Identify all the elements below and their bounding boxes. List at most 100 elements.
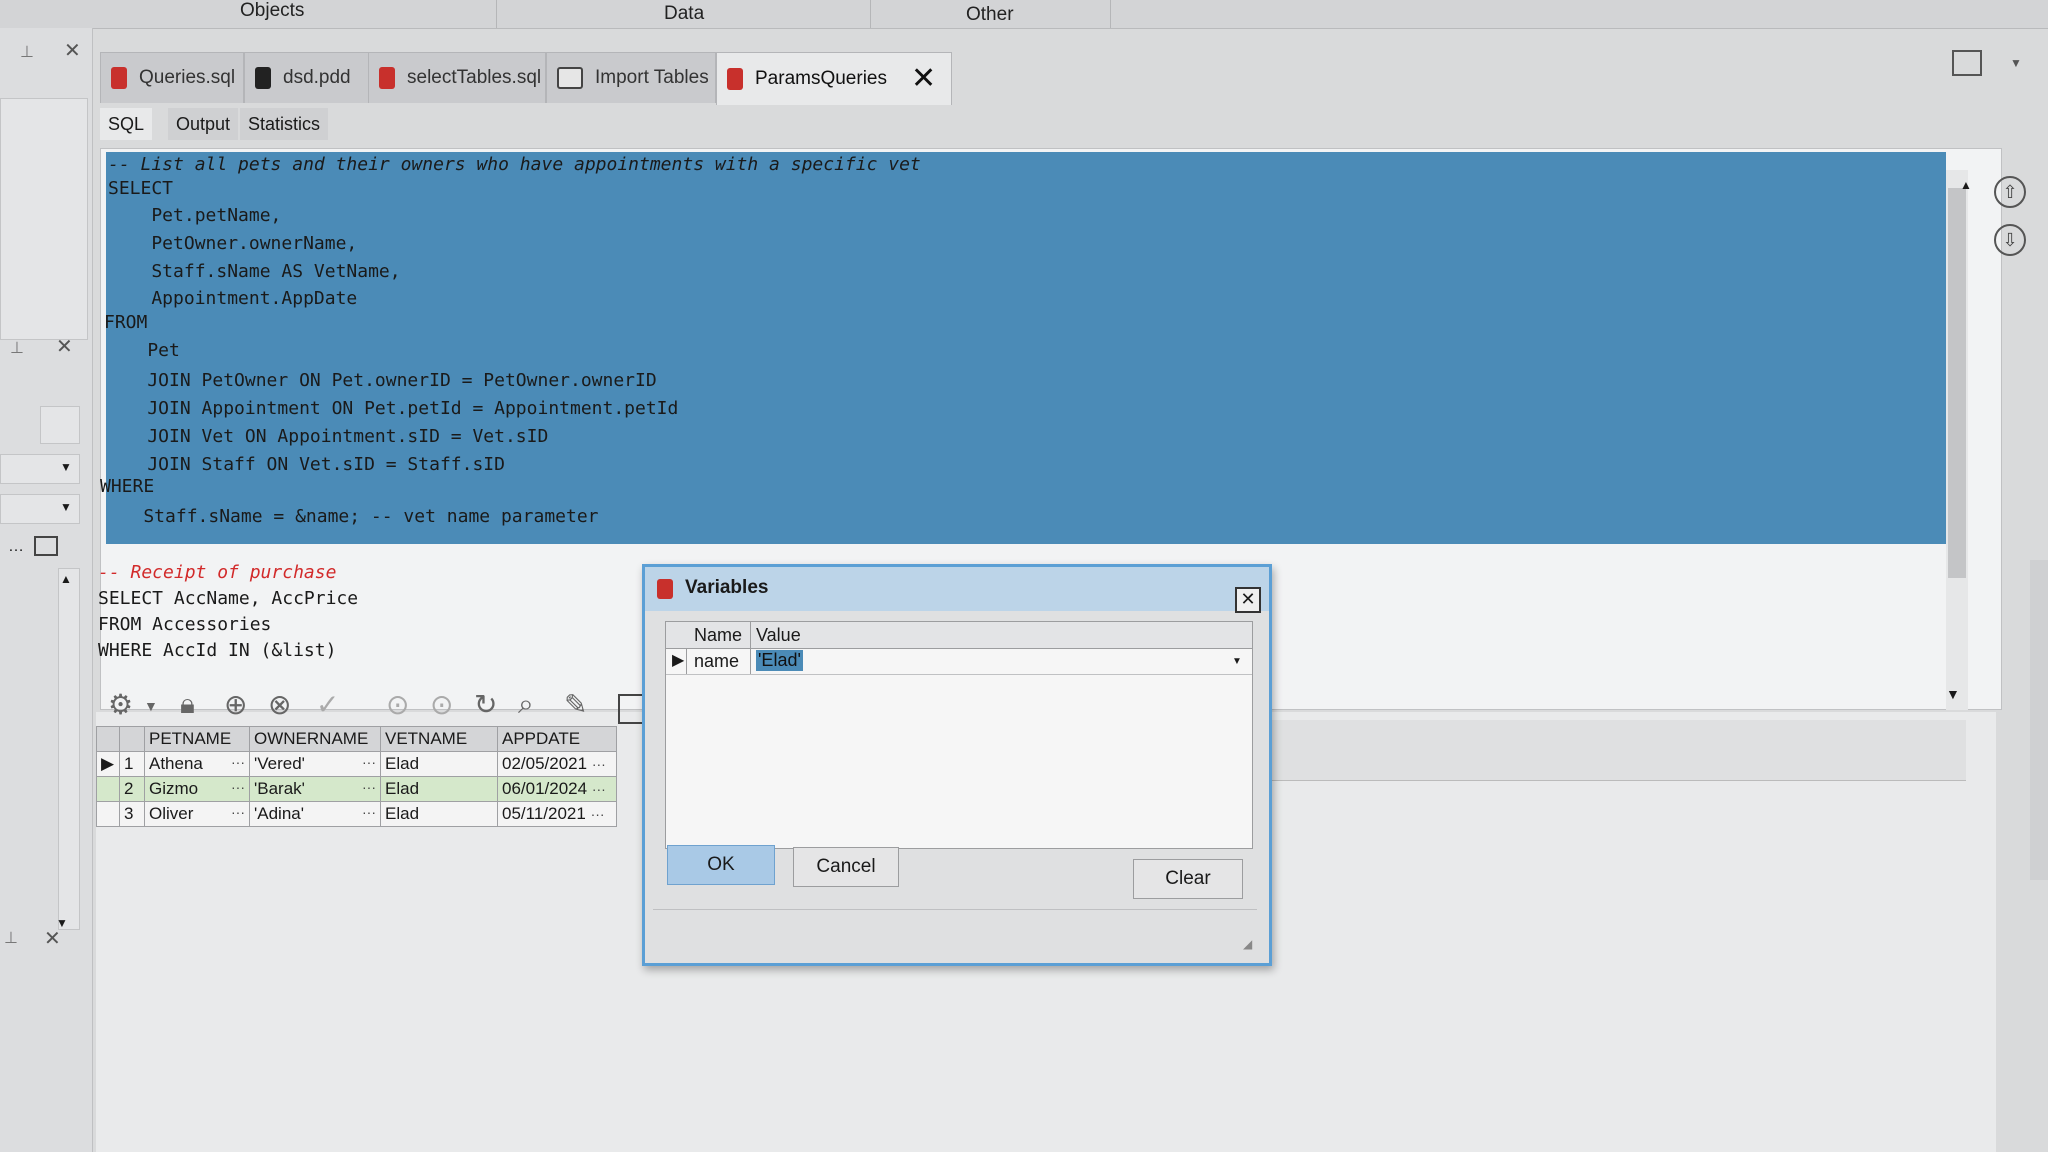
close-icon[interactable]: ✕ [64,38,81,63]
more-icon[interactable]: … [8,538,24,556]
menu-other[interactable]: Other [966,4,1014,26]
ellipsis-button[interactable]: ··· [592,781,606,797]
table-row[interactable]: 2 Gizmo ··· 'Barak' ··· Elad 06/01/2024 … [96,776,617,802]
button-label: Clear [1165,868,1211,889]
left-panel: ⊥ ✕ ⊥ ✕ ▼ ▼ … ▲ ▼ ⊥ ✕ [0,28,93,1152]
ellipsis-button[interactable]: ··· [231,754,245,770]
grid-cell[interactable]: Gizmo ··· [144,776,250,802]
add-icon[interactable]: ⊕ [224,688,247,721]
scrollbar-thumb[interactable] [1948,188,1966,578]
variable-value-input[interactable]: 'Elad' [756,650,803,671]
ellipsis-button[interactable]: ··· [362,754,376,770]
grid-cell[interactable]: 06/01/2024 ··· [497,776,617,802]
pin-icon[interactable]: ⊥ [10,338,24,358]
tab-sql[interactable]: SQL [100,108,153,140]
column-header[interactable]: OWNERNAME [249,726,381,752]
chevron-down-icon[interactable]: ▼ [1946,686,1960,702]
chevron-down-icon[interactable]: ▼ [60,460,72,474]
grid-cell[interactable]: 05/11/2021 ··· [497,801,617,827]
close-icon[interactable]: ✕ [1235,587,1261,613]
chevron-down-icon[interactable]: ▼ [60,500,72,514]
column-header[interactable]: VETNAME [380,726,498,752]
cell-value: 05/11/2021 [502,804,586,823]
ellipsis-button[interactable]: ··· [362,779,376,795]
results-grid: PETNAME OWNERNAME VETNAME APPDATE ▶ 1 At… [96,726,617,827]
code-line: Pet.petName, [108,205,282,226]
column-header[interactable]: PETNAME [144,726,250,752]
refresh-icon[interactable]: ↻ [474,688,497,721]
sql-file-icon [379,67,395,89]
grid-cell[interactable]: Elad [380,776,498,802]
pdd-file-icon [255,67,271,89]
grid-cell[interactable]: 'Vered' ··· [249,751,381,777]
column-header: Name [694,625,743,645]
find-icon[interactable]: ⌕ [518,688,534,721]
restore-window-icon[interactable] [1952,50,1982,76]
ellipsis-button[interactable]: ··· [591,806,605,822]
close-tab-icon[interactable]: ✕ [911,64,936,94]
lock-icon[interactable]: 🔒︎ [180,688,195,721]
navigate-up-icon[interactable]: ⇧ [1994,176,2026,208]
fetch-next-icon[interactable]: ⊙ [386,688,409,721]
tab-output[interactable]: Output [168,108,239,140]
code-line: FROM [104,312,148,333]
pin-icon[interactable]: ⊥ [4,928,18,948]
chevron-down-icon[interactable]: ▼ [1232,656,1242,667]
tab-label: ParamsQueries [755,68,887,89]
grid-cell[interactable]: Athena ··· [144,751,250,777]
menu-data[interactable]: Data [664,3,704,25]
clear-button[interactable]: Clear [1133,859,1243,899]
code-line: WHERE AccId IN (&list) [98,640,337,661]
grid-cell[interactable]: Elad [380,751,498,777]
close-icon[interactable]: ✕ [44,926,61,951]
grid-cell[interactable]: 'Barak' ··· [249,776,381,802]
clear-icon[interactable]: ✎ [564,688,587,721]
fetch-all-icon[interactable]: ⊙ [430,688,453,721]
delete-icon[interactable]: ⊗ [268,688,291,721]
table-icon [557,67,583,89]
grid-cell[interactable]: Elad [380,801,498,827]
tab-queries-sql[interactable]: Queries.sql [100,52,244,103]
cancel-button[interactable]: Cancel [793,847,899,887]
tab-statistics[interactable]: Statistics [240,108,329,140]
ellipsis-button[interactable]: ··· [362,804,376,820]
check-icon[interactable]: ✓ [316,688,339,721]
navigate-down-icon[interactable]: ⇩ [1994,224,2026,256]
variables-list: Name Value ▶ name 'Elad' ▼ [665,621,1253,849]
row-indicator [96,801,120,827]
ellipsis-button[interactable]: ··· [592,756,606,772]
right-edge-panel [2030,560,2048,880]
chevron-down-icon[interactable]: ▼ [144,698,158,714]
menu-objects[interactable]: Objects [240,0,304,22]
close-icon[interactable]: ✕ [56,334,73,359]
ok-button[interactable]: OK [667,845,775,885]
monitor-icon[interactable] [34,536,58,556]
grid-cell[interactable]: 02/05/2021 ··· [497,751,617,777]
code-line: Staff.sName AS VetName, [108,261,401,282]
column-header[interactable]: APPDATE [497,726,617,752]
code-line: WHERE [100,476,155,497]
tab-selecttables-sql[interactable]: selectTables.sql [368,52,546,103]
ellipsis-button[interactable]: ··· [231,804,245,820]
ellipsis-button[interactable]: ··· [231,779,245,795]
chevron-down-icon[interactable]: ▼ [2010,56,2022,70]
cell-value: Oliver [149,804,194,823]
variables-list-header [666,622,1252,649]
table-row[interactable]: ▶ 1 Athena ··· 'Vered' ··· Elad 02/05/20… [96,751,617,777]
resize-grip-icon[interactable]: ◢ [1243,937,1252,951]
grid-cell[interactable]: 'Adina' ··· [249,801,381,827]
grid-cell[interactable]: Oliver ··· [144,801,250,827]
chevron-up-icon[interactable]: ▲ [60,572,72,586]
chevron-up-icon[interactable]: ▲ [1960,178,1972,192]
menu-divider [496,0,497,28]
variable-row[interactable] [666,648,1252,675]
table-row[interactable]: 3 Oliver ··· 'Adina' ··· Elad 05/11/2021… [96,801,617,827]
tab-paramsqueries[interactable]: ParamsQueries ✕ [716,52,952,105]
tab-import-tables[interactable]: Import Tables [546,52,716,103]
left-scrollbar[interactable] [58,568,80,930]
grid-settings-icon[interactable]: ⚙ [108,688,133,721]
row-number: 1 [119,751,145,777]
pin-icon[interactable]: ⊥ [20,42,34,62]
dialog-title-bar[interactable]: Variables ✕ [645,567,1269,613]
variables-icon [657,579,673,599]
